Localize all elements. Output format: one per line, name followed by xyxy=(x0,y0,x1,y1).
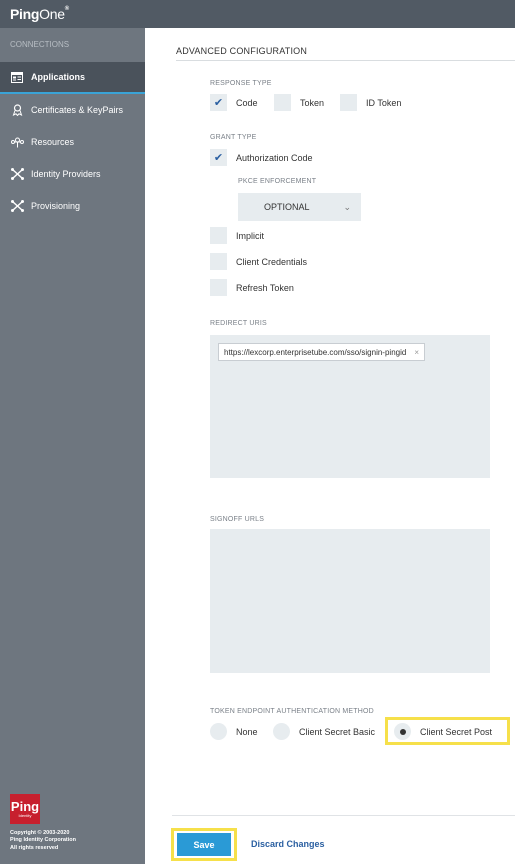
sidebar-item-certificates[interactable]: Certificates & KeyPairs xyxy=(0,94,145,126)
redirect-uri-value: https://lexcorp.enterprisetube.com/sso/s… xyxy=(224,347,407,357)
radio-selected-icon xyxy=(394,723,411,740)
signoff-urls-input[interactable] xyxy=(210,529,490,673)
response-type-token-checkbox[interactable]: Token xyxy=(274,94,324,111)
applications-icon xyxy=(10,70,24,84)
radio-empty-icon xyxy=(210,723,227,740)
sidebar: CONNECTIONS Applications Certificates & … xyxy=(0,28,145,864)
sidebar-footer: Ping Identity Copyright © 2003-2020 Ping… xyxy=(10,793,130,852)
top-bar: PingOne® xyxy=(0,0,515,28)
radio-label: None xyxy=(236,726,258,737)
grant-type-label: GRANT TYPE xyxy=(210,134,257,141)
checkbox-checked-icon: ✔ xyxy=(210,94,227,111)
copyright-line: Ping Identity Corporation xyxy=(10,837,76,844)
identity-providers-icon xyxy=(10,167,24,181)
ping-logo-text: Ping xyxy=(10,798,40,814)
checkbox-label: Code xyxy=(236,97,258,108)
grant-type-refresh-token-checkbox[interactable]: Refresh Token xyxy=(210,279,294,296)
checkbox-empty-icon xyxy=(210,227,227,244)
radio-label: Client Secret Post xyxy=(420,726,493,737)
checkbox-empty-icon xyxy=(340,94,357,111)
redirect-uris-label: REDIRECT URIS xyxy=(210,320,267,327)
response-type-label: RESPONSE TYPE xyxy=(210,80,272,87)
discard-changes-link[interactable]: Discard Changes xyxy=(251,839,325,849)
checkbox-empty-icon xyxy=(210,253,227,270)
checkbox-empty-icon xyxy=(274,94,291,111)
certificate-icon xyxy=(10,103,24,117)
copyright-line: All rights reserved xyxy=(10,844,59,851)
redirect-uri-tag: https://lexcorp.enterprisetube.com/sso/s… xyxy=(218,343,425,361)
sidebar-item-applications[interactable]: Applications xyxy=(0,62,145,94)
ping-logo-sub: Identity xyxy=(18,812,32,818)
save-button[interactable]: Save xyxy=(177,833,231,856)
select-value: OPTIONAL xyxy=(264,202,310,212)
sidebar-section-connections: CONNECTIONS xyxy=(10,40,70,49)
response-type-code-checkbox[interactable]: ✔ Code xyxy=(210,94,258,111)
token-auth-none-radio[interactable]: None xyxy=(210,723,258,740)
copyright: Copyright © 2003-2020 Ping Identity Corp… xyxy=(10,830,130,852)
sidebar-item-label: Identity Providers xyxy=(31,169,101,179)
radio-empty-icon xyxy=(273,723,290,740)
token-auth-method-label: TOKEN ENDPOINT AUTHENTICATION METHOD xyxy=(210,708,374,715)
grant-type-authorization-code-checkbox[interactable]: ✔ Authorization Code xyxy=(210,149,313,166)
provisioning-icon xyxy=(10,199,24,213)
checkbox-empty-icon xyxy=(210,279,227,296)
redirect-uris-input[interactable]: https://lexcorp.enterprisetube.com/sso/s… xyxy=(210,335,490,478)
signoff-urls-label: SIGNOFF URLS xyxy=(210,516,265,523)
brand-ping: Ping xyxy=(10,6,40,22)
sidebar-item-label: Applications xyxy=(31,72,86,82)
title-divider xyxy=(176,60,515,61)
token-auth-client-secret-basic-radio[interactable]: Client Secret Basic xyxy=(273,723,375,740)
remove-tag-icon[interactable]: × xyxy=(414,348,419,357)
footer-divider xyxy=(172,815,515,816)
grant-type-implicit-checkbox[interactable]: Implicit xyxy=(210,227,264,244)
pkce-enforcement-select[interactable]: OPTIONAL ⌄ xyxy=(238,193,361,221)
checkbox-label: ID Token xyxy=(366,97,402,108)
token-auth-client-secret-post-radio[interactable]: Client Secret Post xyxy=(394,723,492,740)
sidebar-item-identity-providers[interactable]: Identity Providers xyxy=(0,158,145,190)
brand-one: One xyxy=(39,6,65,22)
checkbox-label: Authorization Code xyxy=(236,152,313,163)
resources-icon xyxy=(10,135,24,149)
response-type-id-token-checkbox[interactable]: ID Token xyxy=(340,94,401,111)
pkce-enforcement-label: PKCE ENFORCEMENT xyxy=(238,178,317,185)
sidebar-item-label: Provisioning xyxy=(31,201,81,211)
sidebar-item-provisioning[interactable]: Provisioning xyxy=(0,190,145,222)
grant-type-client-credentials-checkbox[interactable]: Client Credentials xyxy=(210,253,307,270)
radio-label: Client Secret Basic xyxy=(299,726,376,737)
main-content: ADVANCED CONFIGURATION RESPONSE TYPE ✔ C… xyxy=(145,28,515,864)
save-highlight: Save xyxy=(171,828,237,861)
page-title: ADVANCED CONFIGURATION xyxy=(176,46,308,56)
sidebar-item-resources[interactable]: Resources xyxy=(0,126,145,158)
checkbox-label: Token xyxy=(300,97,325,108)
checkbox-label: Refresh Token xyxy=(236,282,294,293)
ping-identity-logo: Ping Identity xyxy=(10,793,40,824)
copyright-line: Copyright © 2003-2020 xyxy=(10,829,70,836)
sidebar-item-label: Certificates & KeyPairs xyxy=(31,105,124,115)
chevron-down-icon: ⌄ xyxy=(343,201,351,212)
checkbox-label: Client Credentials xyxy=(236,256,308,267)
checkbox-label: Implicit xyxy=(236,230,265,241)
checkbox-checked-icon: ✔ xyxy=(210,149,227,166)
sidebar-item-label: Resources xyxy=(31,137,75,147)
brand-mark: ® xyxy=(64,6,69,12)
pingone-logo[interactable]: PingOne® xyxy=(10,6,69,22)
